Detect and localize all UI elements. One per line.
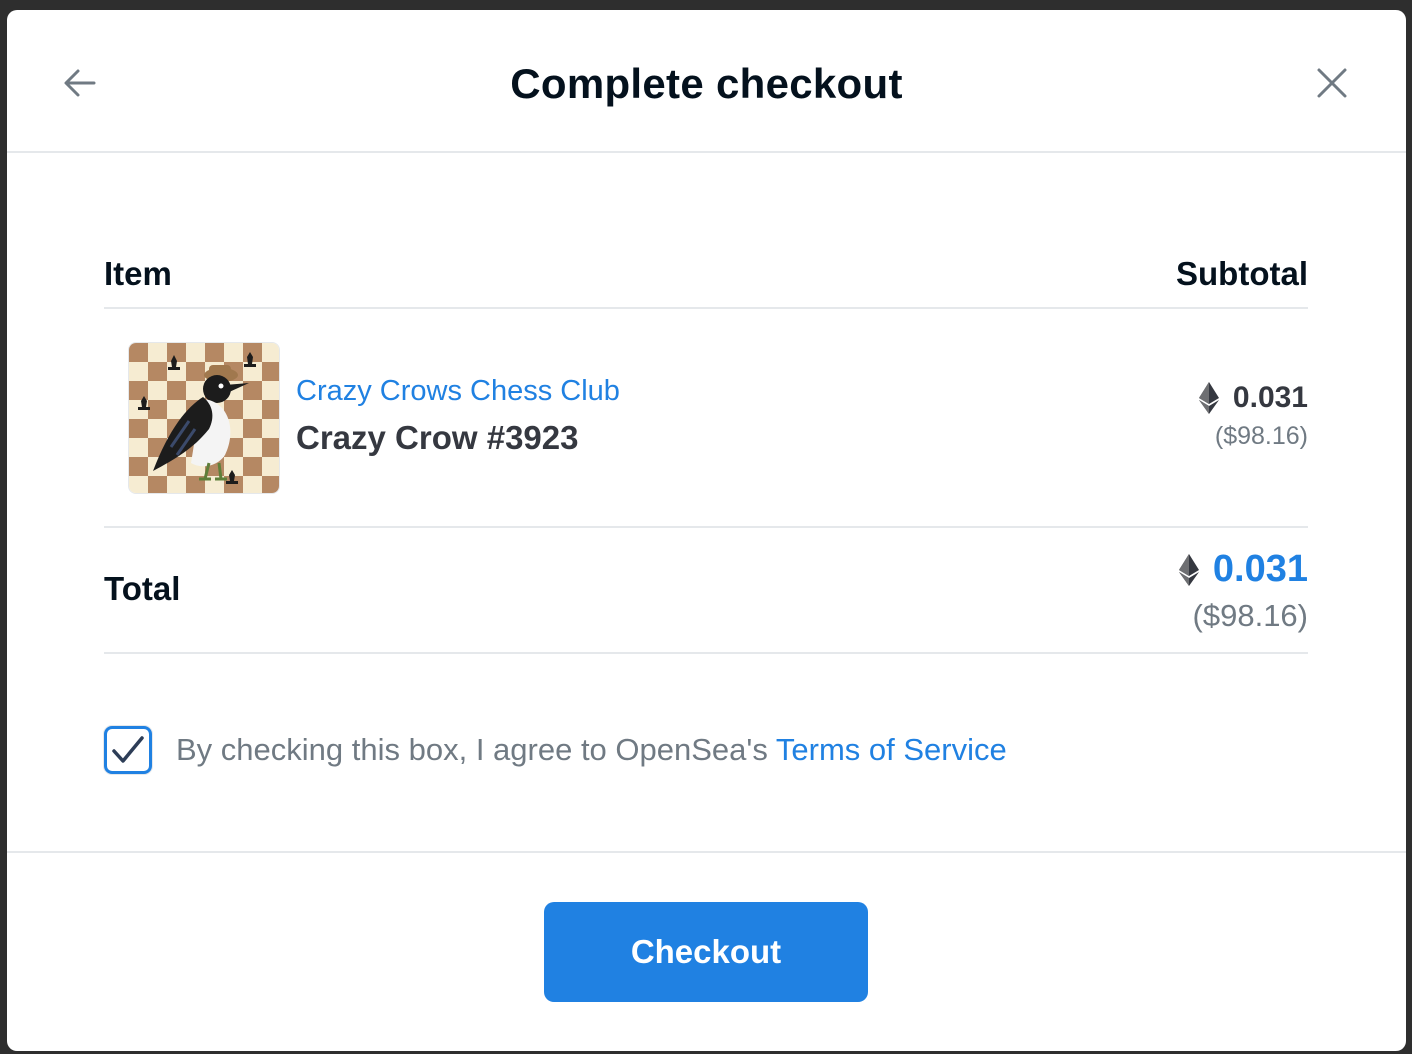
checkmark-icon bbox=[112, 736, 144, 763]
total-price-eth: 0.031 bbox=[1178, 548, 1308, 591]
checkout-button[interactable]: Checkout bbox=[544, 902, 868, 1002]
ethereum-icon bbox=[1178, 553, 1199, 586]
terms-checkbox[interactable] bbox=[104, 726, 152, 774]
item-row: Crazy Crows Chess Club Crazy Crow #3923 … bbox=[104, 309, 1308, 528]
total-price-usd: ($98.16) bbox=[1192, 598, 1308, 633]
modal-title: Complete checkout bbox=[510, 60, 903, 107]
item-price-eth: 0.031 bbox=[1198, 381, 1308, 415]
modal-footer: Checkout bbox=[7, 851, 1406, 1051]
close-icon bbox=[1317, 68, 1347, 98]
item-price-usd: ($98.16) bbox=[1214, 422, 1308, 450]
modal-header: Complete checkout bbox=[7, 10, 1406, 153]
subtotal-column-header: Subtotal bbox=[1176, 255, 1308, 292]
ethereum-icon bbox=[1198, 382, 1219, 414]
total-row: Total 0.031 ($98.16) bbox=[104, 528, 1308, 654]
item-price-eth-value: 0.031 bbox=[1232, 381, 1308, 414]
nft-thumbnail bbox=[128, 342, 280, 494]
terms-agreement: By checking this box, I agree to OpenSea… bbox=[104, 723, 1308, 777]
total-label: Total bbox=[104, 570, 181, 607]
table-header: Item Subtotal bbox=[104, 253, 1308, 309]
crow-image bbox=[129, 343, 279, 493]
checkout-modal: Complete checkout Item Subtotal Crazy Cr… bbox=[7, 10, 1406, 1051]
nft-name: Crazy Crow #3923 bbox=[296, 419, 579, 456]
collection-link[interactable]: Crazy Crows Chess Club bbox=[296, 375, 620, 408]
item-column-header: Item bbox=[104, 255, 172, 292]
total-price-eth-value: 0.031 bbox=[1212, 548, 1308, 590]
terms-of-service-link[interactable]: Terms of Service bbox=[776, 732, 1007, 767]
agreement-text-body: By checking this box, I agree to OpenSea… bbox=[176, 732, 776, 767]
agreement-text: By checking this box, I agree to OpenSea… bbox=[176, 732, 1007, 768]
close-button[interactable] bbox=[1311, 62, 1353, 104]
